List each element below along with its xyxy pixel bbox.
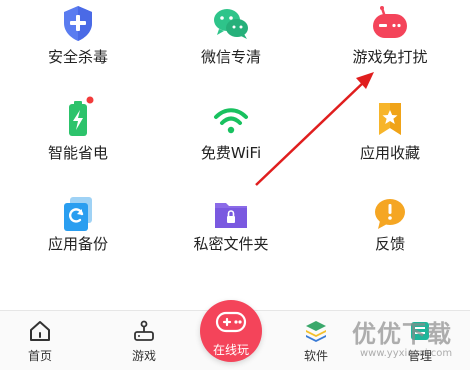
backup-icon <box>64 197 92 231</box>
battery-icon <box>69 101 87 136</box>
notification-dot-icon <box>86 96 94 104</box>
feature-game-no-disturb[interactable]: 游戏免打扰 <box>312 0 468 96</box>
feature-label: 反馈 <box>374 235 405 253</box>
feature-wechat-clean[interactable]: 微信专清 <box>153 0 309 96</box>
feature-label: 游戏免打扰 <box>352 48 428 66</box>
feature-antivirus[interactable]: 安全杀毒 <box>0 0 156 96</box>
tab-label: 首页 <box>27 349 52 363</box>
feature-label: 私密文件夹 <box>193 235 269 253</box>
feature-label: 免费WiFi <box>200 144 262 162</box>
layers-icon <box>306 321 326 342</box>
feedback-icon <box>375 199 405 229</box>
feature-app-backup[interactable]: 应用备份 <box>0 192 156 288</box>
feature-free-wifi[interactable]: 免费WiFi <box>153 96 309 192</box>
feature-label: 智能省电 <box>47 144 108 162</box>
bookmark-star-icon <box>379 103 401 135</box>
watermark-text: 优优下载 <box>352 320 452 348</box>
tab-label: 在线玩 <box>212 343 249 357</box>
feature-label: 应用备份 <box>47 235 108 253</box>
watermark-url: www.yyxiazai.com <box>360 348 453 359</box>
lock-folder-icon <box>215 203 247 228</box>
feature-grid: 安全杀毒 微信专清 游戏免打扰 智能省电 免费WiFi 应用收藏 应用备份 私密… <box>0 0 470 300</box>
feature-feedback[interactable]: 反馈 <box>312 192 468 288</box>
watermark: 优优下载 www.yyxiazai.com <box>340 312 470 370</box>
feature-private-folder[interactable]: 私密文件夹 <box>153 192 309 288</box>
feature-label: 应用收藏 <box>359 144 420 162</box>
feature-app-favorites[interactable]: 应用收藏 <box>312 96 468 192</box>
tab-games[interactable]: 游戏 <box>104 311 184 370</box>
feature-label: 微信专清 <box>200 48 261 66</box>
online-play-button[interactable]: 在线玩 <box>200 300 262 362</box>
joystick-icon <box>134 320 154 341</box>
home-icon <box>30 321 50 341</box>
tab-label: 游戏 <box>131 349 156 363</box>
tab-home[interactable]: 首页 <box>0 311 80 370</box>
feature-power-saving[interactable]: 智能省电 <box>0 96 156 192</box>
gamepad-icon <box>373 6 407 38</box>
shield-plus-icon <box>64 6 92 41</box>
feature-label: 安全杀毒 <box>47 48 108 66</box>
wechat-icon <box>214 9 248 39</box>
gamepad-icon <box>215 311 247 333</box>
wifi-icon <box>214 108 248 134</box>
